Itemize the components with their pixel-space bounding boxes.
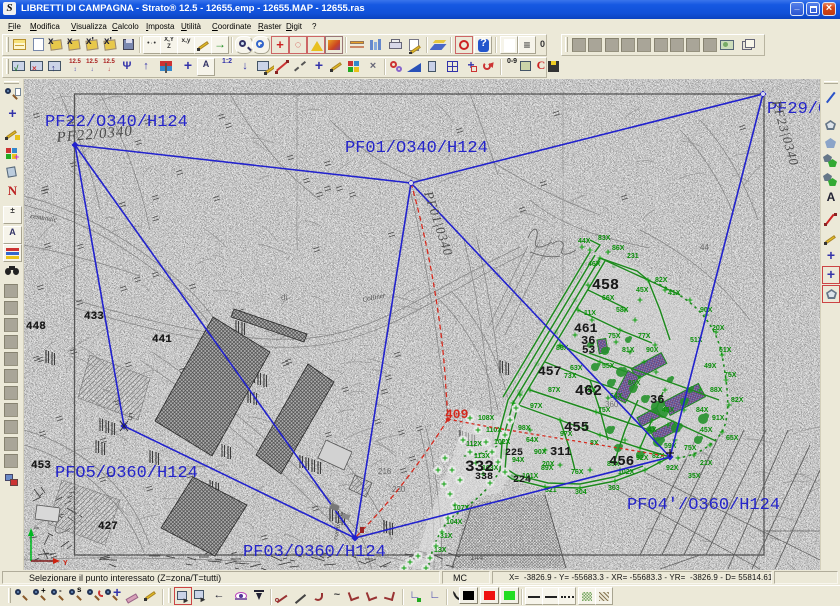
svg-text:89X: 89X [541,465,554,472]
svg-text:112X: 112X [466,441,482,448]
svg-text:31X: 31X [440,533,453,540]
svg-text:332: 332 [465,458,494,476]
svg-text:84X: 84X [696,407,709,414]
svg-text:225: 225 [505,448,523,459]
svg-text:53: 53 [582,345,596,357]
svg-text:433: 433 [84,311,104,323]
svg-text:11X: 11X [584,310,596,317]
svg-text:Y: Y [63,560,68,567]
svg-text:21X: 21X [700,460,713,467]
svg-text:49X: 49X [704,363,717,370]
svg-text:75X: 75X [684,445,697,452]
svg-text:427: 427 [98,521,118,533]
svg-text:75X: 75X [608,333,621,340]
svg-text:13X: 13X [434,547,447,554]
svg-text:218: 218 [378,467,392,476]
svg-text:102X: 102X [494,439,511,446]
svg-text:20X: 20X [712,325,725,332]
svg-text:77X: 77X [638,333,651,340]
svg-text:44: 44 [700,243,709,252]
svg-text:45X: 45X [700,427,713,434]
svg-text:41X: 41X [668,290,681,297]
svg-text:44X: 44X [578,238,591,245]
svg-text:75X: 75X [724,372,737,379]
svg-text:220: 220 [392,485,406,494]
svg-text:453: 453 [31,460,51,472]
svg-text:97X: 97X [530,403,543,410]
svg-text:104X: 104X [446,519,463,526]
svg-text:458: 458 [592,277,619,294]
svg-text:PF04ʹ/O360/H124: PF04ʹ/O360/H124 [627,496,780,515]
svg-text:66X: 66X [602,295,615,302]
svg-text:4X: 4X [648,427,657,434]
svg-text:63X: 63X [570,365,583,372]
svg-text:90X: 90X [534,449,547,456]
svg-text:110X: 110X [486,427,502,434]
svg-text:81X: 81X [622,347,635,354]
svg-text:304: 304 [575,489,587,496]
svg-text:311: 311 [550,445,572,459]
svg-text:PFO5/O360/H124: PFO5/O360/H124 [55,464,198,483]
svg-text:36: 36 [650,393,664,407]
svg-text:di: di [281,293,287,302]
svg-text:82X: 82X [731,397,744,404]
svg-text:231: 231 [627,253,639,260]
svg-text:86X: 86X [612,245,625,252]
svg-text:46X: 46X [588,261,601,268]
svg-text:5: 5 [128,412,133,423]
svg-text:75X: 75X [598,407,611,414]
svg-text:409: 409 [445,407,469,422]
svg-text:PF03/O360/H124: PF03/O360/H124 [243,543,386,562]
svg-text:80X: 80X [628,380,641,387]
svg-text:65X: 65X [726,435,739,442]
svg-text:108X: 108X [478,415,495,422]
svg-text:448: 448 [26,321,46,333]
svg-text:76X: 76X [571,469,584,476]
svg-text:PF01/O340/H124: PF01/O340/H124 [345,139,488,158]
svg-text:92X: 92X [666,465,679,472]
svg-text:45X: 45X [636,287,649,294]
svg-text:45X: 45X [662,407,675,414]
svg-text:441: 441 [152,334,172,346]
svg-text:35X: 35X [688,473,701,480]
svg-text:303: 303 [608,485,620,492]
svg-text:455: 455 [564,420,589,436]
svg-text:55X: 55X [602,363,615,370]
svg-text:88X: 88X [710,387,723,394]
svg-text:59X: 59X [664,443,677,450]
svg-text:61X: 61X [719,347,732,354]
svg-text:82X: 82X [655,277,668,284]
svg-text:73X: 73X [564,373,577,380]
svg-text:83X: 83X [598,235,611,242]
svg-text:64X: 64X [526,437,539,444]
svg-text:91X: 91X [712,415,725,422]
svg-text:462: 462 [575,383,602,400]
svg-text:87X: 87X [548,387,561,394]
svg-text:90X: 90X [646,347,659,354]
svg-text:98X: 98X [518,425,531,432]
svg-text:224: 224 [513,475,531,486]
svg-text:58X: 58X [616,307,629,314]
svg-text:92X: 92X [636,455,649,462]
svg-text:457: 457 [538,364,561,379]
